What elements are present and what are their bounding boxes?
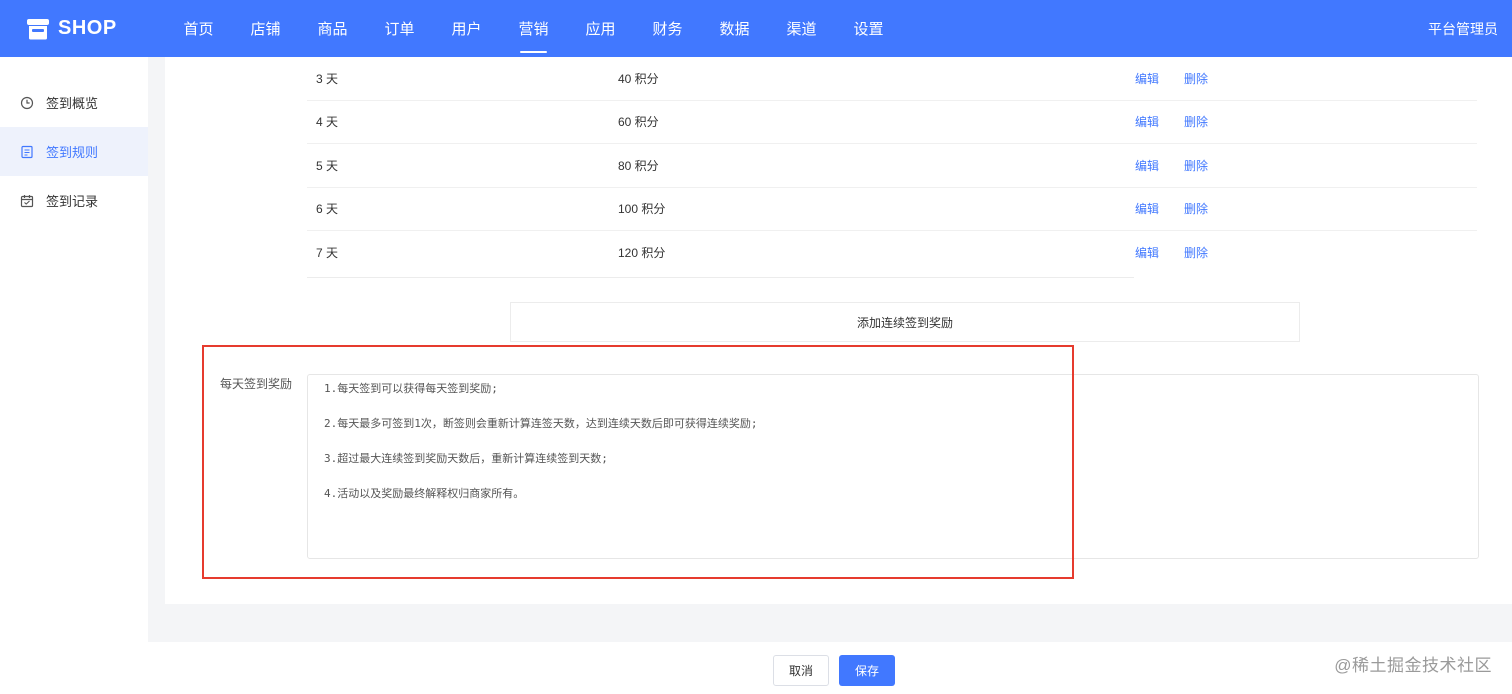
logo[interactable]: SHOP [0, 17, 165, 40]
table-row: 7 天 120 积分 编辑 删除 [307, 231, 1477, 275]
actions-cell: 编辑 删除 [1135, 244, 1233, 261]
edit-link[interactable]: 编辑 [1135, 244, 1159, 261]
delete-link[interactable]: 删除 [1184, 70, 1208, 87]
table-row: 5 天 80 积分 编辑 删除 [307, 144, 1477, 188]
points-cell: 80 积分 [618, 158, 659, 173]
delete-link[interactable]: 删除 [1184, 200, 1208, 217]
daily-rule-line: 2.每天最多可签到1次，断签则会重新计算连签天数，达到连续天数后即可获得连续奖励… [324, 417, 758, 430]
nav-item-marketing[interactable]: 营销 [500, 0, 567, 57]
day-cell: 5 天 [316, 158, 339, 173]
daily-rule-line: 4.活动以及奖励最终解释权归商家所有。 [324, 487, 525, 500]
actions-cell: 编辑 删除 [1135, 200, 1233, 217]
clock-icon [20, 96, 34, 109]
nav-item-channels[interactable]: 渠道 [768, 0, 835, 57]
sidebar-item-records[interactable]: 签到记录 [0, 176, 148, 225]
sidebar-item-label: 签到规则 [46, 145, 99, 160]
table-row: 4 天 60 积分 编辑 删除 [307, 101, 1477, 144]
points-cell: 60 积分 [618, 115, 659, 130]
nav-item-orders[interactable]: 订单 [366, 0, 433, 57]
nav-item-store[interactable]: 店铺 [232, 0, 299, 57]
edit-link[interactable]: 编辑 [1135, 113, 1159, 130]
points-cell: 40 积分 [618, 71, 659, 86]
nav-item-goods[interactable]: 商品 [299, 0, 366, 57]
sidebar-item-overview[interactable]: 签到概览 [0, 78, 148, 127]
consecutive-rewards-table: 3 天 40 积分 编辑 删除 4 天 60 积分 编辑 删除 5 天 80 积… [307, 57, 1477, 275]
edit-link[interactable]: 编辑 [1135, 157, 1159, 174]
daily-reward-label: 每天签到奖励 [220, 377, 293, 391]
sidebar-item-label: 签到记录 [46, 194, 99, 209]
delete-link[interactable]: 删除 [1184, 113, 1208, 130]
points-cell: 120 积分 [618, 246, 666, 261]
day-cell: 7 天 [316, 246, 339, 261]
daily-reward-textarea[interactable]: 1.每天签到可以获得每天签到奖励; 2.每天最多可签到1次，断签则会重新计算连签… [307, 374, 1479, 559]
main-nav: 首页 店铺 商品 订单 用户 营销 应用 财务 数据 渠道 设置 [165, 0, 902, 57]
daily-rule-line: 3.超过最大连续签到奖励天数后，重新计算连续签到天数; [324, 452, 608, 465]
nav-item-finance[interactable]: 财务 [634, 0, 701, 57]
footer-actions: 取消 保存 [148, 642, 1512, 694]
delete-link[interactable]: 删除 [1184, 244, 1208, 261]
top-navbar: SHOP 首页 店铺 商品 订单 用户 营销 应用 财务 数据 渠道 设置 平台… [0, 0, 1512, 57]
document-icon [21, 145, 33, 158]
store-icon [27, 18, 49, 39]
edit-link[interactable]: 编辑 [1135, 70, 1159, 87]
edit-link[interactable]: 编辑 [1135, 200, 1159, 217]
user-menu[interactable]: 平台管理员 [1428, 0, 1498, 57]
actions-cell: 编辑 删除 [1135, 113, 1233, 130]
sidebar-item-rules[interactable]: 签到规则 [0, 127, 148, 176]
nav-item-users[interactable]: 用户 [433, 0, 500, 57]
nav-item-settings[interactable]: 设置 [835, 0, 902, 57]
table-row: 3 天 40 积分 编辑 删除 [307, 57, 1477, 101]
actions-cell: 编辑 删除 [1135, 157, 1233, 174]
nav-item-data[interactable]: 数据 [701, 0, 768, 57]
main-content: 3 天 40 积分 编辑 删除 4 天 60 积分 编辑 删除 5 天 80 积… [148, 57, 1512, 694]
daily-rule-line: 1.每天签到可以获得每天签到奖励; [324, 382, 498, 395]
watermark: @稀土掘金技术社区 [1334, 656, 1492, 675]
cancel-button[interactable]: 取消 [773, 655, 829, 686]
save-button[interactable]: 保存 [839, 655, 895, 686]
table-divider [307, 277, 1134, 278]
points-cell: 100 积分 [618, 202, 666, 217]
sidebar: 签到概览 签到规则 签到记录 [0, 57, 148, 694]
table-row: 6 天 100 积分 编辑 删除 [307, 188, 1477, 231]
rules-card: 3 天 40 积分 编辑 删除 4 天 60 积分 编辑 删除 5 天 80 积… [165, 57, 1512, 604]
day-cell: 4 天 [316, 115, 339, 130]
nav-item-apps[interactable]: 应用 [567, 0, 634, 57]
calendar-icon [20, 194, 34, 207]
delete-link[interactable]: 删除 [1184, 157, 1208, 174]
actions-cell: 编辑 删除 [1135, 70, 1233, 87]
day-cell: 6 天 [316, 202, 339, 217]
logo-text: SHOP [58, 17, 117, 39]
sidebar-item-label: 签到概览 [46, 96, 99, 111]
day-cell: 3 天 [316, 71, 339, 86]
add-consecutive-reward-button[interactable]: 添加连续签到奖励 [510, 302, 1300, 342]
nav-item-home[interactable]: 首页 [165, 0, 232, 57]
